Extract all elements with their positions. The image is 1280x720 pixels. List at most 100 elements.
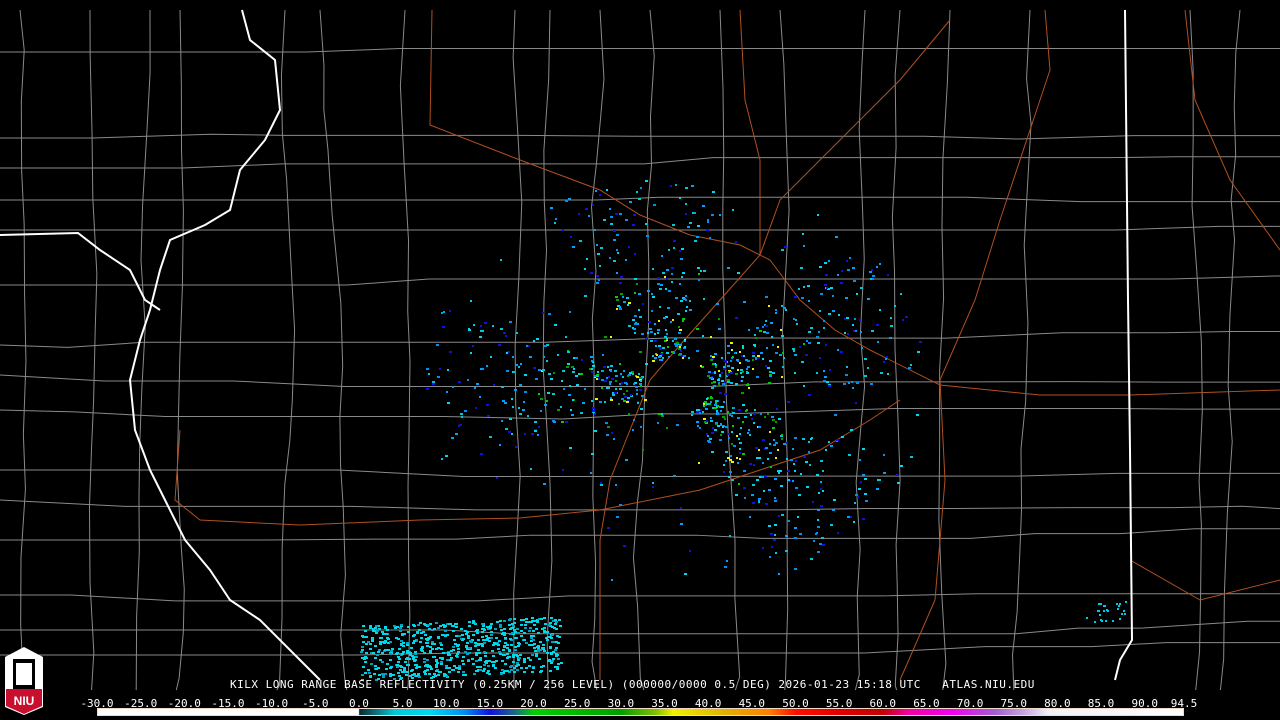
echo-pixel bbox=[458, 668, 461, 670]
echo-pixel bbox=[472, 345, 474, 347]
echo-pixel bbox=[655, 345, 657, 347]
echo-pixel bbox=[376, 630, 379, 632]
echo-pixel bbox=[685, 187, 688, 189]
echo-pixel bbox=[710, 377, 713, 379]
echo-pixel bbox=[416, 632, 419, 634]
echo-pixel bbox=[419, 641, 422, 643]
echo-pixel bbox=[638, 293, 641, 295]
echo-pixel bbox=[769, 371, 772, 373]
echo-pixel bbox=[779, 470, 782, 472]
echo-pixel bbox=[710, 420, 713, 422]
echo-pixel bbox=[501, 660, 504, 662]
echo-pixel bbox=[371, 640, 374, 642]
echo-pixel bbox=[748, 387, 750, 389]
echo-pixel bbox=[794, 568, 797, 570]
echo-pixel bbox=[696, 409, 699, 411]
echo-pixel bbox=[721, 431, 724, 433]
echo-pixel bbox=[777, 470, 779, 472]
echo-pixel bbox=[739, 433, 741, 435]
echo-pixel bbox=[435, 660, 438, 662]
echo-pixel bbox=[567, 363, 570, 365]
echo-pixel bbox=[571, 366, 574, 368]
echo-pixel bbox=[498, 651, 501, 653]
echo-pixel bbox=[754, 409, 756, 411]
echo-pixel bbox=[439, 671, 442, 673]
echo-pixel bbox=[720, 424, 722, 426]
echo-pixel bbox=[736, 457, 738, 459]
echo-pixel bbox=[723, 471, 725, 473]
county-line bbox=[0, 469, 1280, 477]
echo-pixel bbox=[440, 648, 443, 650]
echo-pixel bbox=[747, 366, 750, 368]
echo-pixel bbox=[563, 388, 565, 390]
echo-pixel bbox=[534, 430, 537, 432]
echo-pixel bbox=[735, 241, 737, 243]
echo-pixel bbox=[762, 326, 764, 328]
echo-pixel bbox=[675, 297, 678, 299]
echo-pixel bbox=[667, 307, 670, 309]
echo-pixel bbox=[541, 647, 544, 649]
echo-pixel bbox=[758, 498, 761, 500]
echo-pixel bbox=[517, 632, 520, 634]
echo-pixel bbox=[462, 656, 465, 658]
echo-pixel bbox=[424, 670, 427, 672]
echo-pixel bbox=[543, 617, 546, 619]
echo-pixel bbox=[752, 355, 755, 357]
echo-pixel bbox=[458, 635, 461, 637]
echo-pixel bbox=[371, 638, 374, 640]
echo-pixel bbox=[523, 639, 526, 641]
echo-pixel bbox=[512, 371, 515, 373]
map-canvas[interactable] bbox=[0, 0, 1280, 720]
echo-pixel bbox=[772, 427, 775, 429]
echo-pixel bbox=[795, 487, 798, 489]
echo-pixel bbox=[429, 636, 432, 638]
echo-pixel bbox=[781, 335, 784, 337]
echo-pixel bbox=[480, 453, 483, 455]
echo-pixel bbox=[706, 420, 708, 422]
echo-pixel bbox=[426, 642, 429, 644]
echo-pixel bbox=[626, 390, 628, 392]
echo-pixel bbox=[666, 352, 669, 354]
echo-pixel bbox=[746, 368, 748, 370]
echo-pixel bbox=[855, 330, 857, 332]
echo-pixel bbox=[406, 642, 409, 644]
echo-pixel bbox=[535, 655, 538, 657]
echo-pixel bbox=[758, 449, 760, 451]
echo-pixel bbox=[557, 354, 559, 356]
echo-pixel bbox=[666, 333, 668, 335]
echo-pixel bbox=[415, 664, 418, 666]
echo-pixel bbox=[1125, 601, 1127, 603]
echo-pixel bbox=[454, 643, 457, 645]
echo-pixel bbox=[433, 643, 436, 645]
echo-pixel bbox=[1117, 608, 1119, 610]
echo-pixel bbox=[725, 426, 728, 428]
echo-pixel bbox=[794, 296, 797, 298]
echo-pixel bbox=[746, 371, 748, 373]
county-line bbox=[319, 9, 348, 691]
echo-pixel bbox=[680, 258, 683, 260]
echo-pixel bbox=[860, 287, 863, 289]
echo-pixel bbox=[843, 383, 846, 385]
echo-pixel bbox=[390, 666, 393, 668]
echo-pixel bbox=[498, 344, 501, 346]
echo-pixel bbox=[756, 479, 759, 481]
echo-pixel bbox=[629, 372, 632, 374]
echo-pixel bbox=[773, 444, 776, 446]
echo-pixel bbox=[502, 654, 505, 656]
echo-pixel bbox=[845, 297, 848, 299]
echo-pixel bbox=[661, 255, 663, 257]
echo-pixel bbox=[832, 310, 835, 312]
echo-pixel bbox=[765, 503, 768, 505]
echo-pixel bbox=[512, 406, 514, 408]
echo-pixel bbox=[724, 393, 727, 395]
echo-pixel bbox=[542, 644, 545, 646]
echo-pixel bbox=[800, 473, 802, 475]
echo-pixel bbox=[765, 296, 768, 298]
echo-pixel bbox=[762, 358, 764, 360]
echo-pixel bbox=[511, 398, 513, 400]
echo-pixel bbox=[503, 646, 506, 648]
echo-pixel bbox=[671, 281, 673, 283]
echo-pixel bbox=[679, 283, 681, 285]
echo-pixel bbox=[739, 362, 741, 364]
echo-pixel bbox=[604, 336, 607, 338]
